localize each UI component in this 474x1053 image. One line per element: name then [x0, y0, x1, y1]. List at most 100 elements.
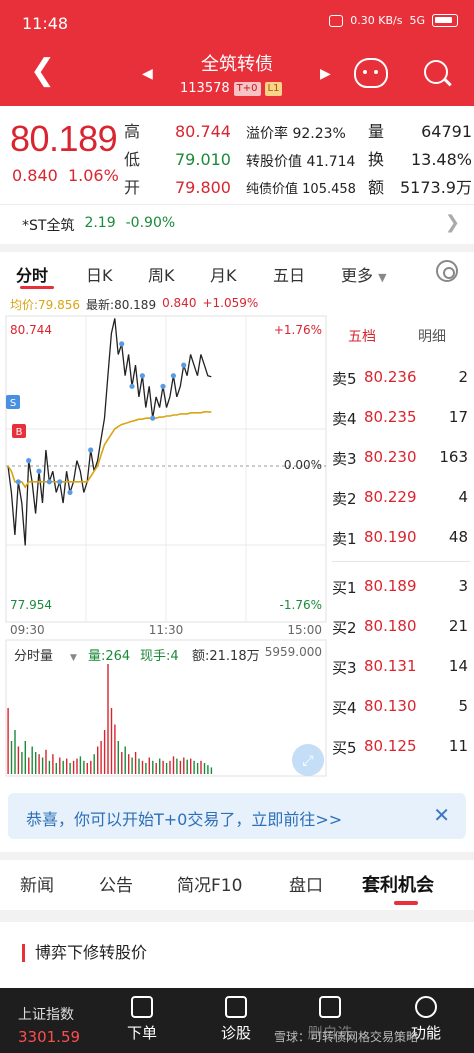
buy-level-row[interactable]: 买1 80.189 3 [332, 577, 470, 599]
volume-bar [45, 749, 47, 774]
x-label-close: 15:00 [287, 623, 322, 637]
tab-monthly[interactable]: 月K [210, 262, 237, 286]
chevron-right-icon[interactable]: ❯ [445, 212, 460, 233]
divider [0, 204, 474, 205]
volume-bar [131, 757, 133, 774]
volume-bar [193, 760, 195, 774]
order-button[interactable]: 下单 [112, 996, 172, 1043]
volume-bar [169, 760, 171, 774]
pct-mid-label: 0.00% [284, 458, 322, 472]
tab-news[interactable]: 新闻 [20, 871, 54, 896]
volume-bar [110, 708, 113, 774]
volume-bar [186, 759, 188, 774]
trade-dot [139, 373, 145, 379]
volume-bar [134, 752, 137, 774]
volume-bar [172, 756, 175, 774]
volume-bar [83, 760, 85, 774]
sell-level-row[interactable]: 卖4 80.235 17 [332, 408, 470, 430]
volume-bar [190, 758, 192, 774]
battery-icon [432, 14, 458, 27]
change-value: 0.840 [12, 166, 58, 185]
tab-daily[interactable]: 日K [86, 262, 113, 286]
buy-level-row[interactable]: 买3 80.131 14 [332, 657, 470, 679]
latest-pct: +1.059% [202, 296, 259, 310]
close-icon[interactable]: ✕ [433, 803, 450, 827]
order-book-divider [332, 561, 470, 562]
bond-value: 105.458 [302, 182, 356, 197]
document-icon [131, 996, 153, 1018]
volume-label: 量 [368, 122, 385, 141]
sell-level-vol: 48 [448, 528, 468, 546]
status-icons: 0.30 KB/s 5G [329, 14, 458, 27]
volume-label: 分时量 [14, 649, 53, 664]
buy-marker[interactable]: B [12, 424, 26, 438]
high-label: 高 [124, 122, 141, 141]
tab-order-flow[interactable]: 盘口 [289, 871, 323, 896]
related-pct: -0.90% [125, 215, 176, 231]
tab-five-day[interactable]: 五日 [273, 262, 305, 286]
sell-level-label: 卖1 [332, 530, 357, 548]
sell-marker[interactable]: S [6, 395, 20, 409]
volume-bar [103, 730, 106, 774]
bond-code: 113578 [180, 81, 230, 96]
tab-profile[interactable]: 简况F10 [177, 871, 242, 896]
search-icon[interactable] [424, 60, 448, 84]
tab-five-levels[interactable]: 五档 [348, 326, 376, 346]
buy-level-price: 80.131 [364, 657, 417, 675]
watermark: 雪球：可转债网格交易策略 [274, 1030, 419, 1044]
buy-level-vol: 3 [458, 577, 468, 595]
sell-level-vol: 2 [458, 368, 468, 386]
sell-level-vol: 163 [439, 448, 468, 466]
low-label: 低 [124, 150, 141, 169]
volume-bar [35, 752, 37, 774]
buy-level-label: 买2 [332, 619, 357, 637]
buy-level-vol: 14 [448, 657, 468, 675]
hlo-labels: 高 低 开 [124, 118, 140, 202]
buy-level-row[interactable]: 买5 80.125 11 [332, 737, 470, 759]
intraday-chart[interactable]: 80.744 77.954 +1.76% 0.00% -1.76% 09:30 … [0, 312, 330, 782]
sell-level-row[interactable]: 卖1 80.190 48 [332, 528, 470, 550]
buy-level-price: 80.189 [364, 577, 417, 595]
conv-value: 41.714 [306, 154, 356, 170]
trade-dot [57, 479, 63, 485]
volume-bar [207, 765, 209, 774]
tab-intraday[interactable]: 分时 [16, 262, 48, 286]
diagnose-label: 诊股 [220, 1024, 251, 1042]
sell-level-row[interactable]: 卖5 80.236 2 [332, 368, 470, 390]
expand-chart-button[interactable]: ⤢ [292, 744, 324, 776]
sell-level-row[interactable]: 卖3 80.230 163 [332, 448, 470, 470]
divider [0, 244, 474, 252]
sell-level-row[interactable]: 卖2 80.229 4 [332, 488, 470, 510]
buy-level-label: 买1 [332, 579, 357, 597]
tab-more[interactable]: 更多 ▼ [341, 262, 387, 286]
related-stock-row[interactable]: *ST全筑 2.19 -0.90% [22, 215, 175, 235]
trade-dot [26, 458, 32, 464]
index-name[interactable]: 上证指数 [18, 1004, 74, 1024]
volume-bar [17, 746, 20, 774]
buy-level-row[interactable]: 买2 80.180 21 [332, 617, 470, 639]
volume-bar [196, 763, 199, 774]
open-value: 79.800 [175, 178, 231, 197]
gear-icon[interactable] [436, 260, 458, 282]
page-title: 全筑转债 [201, 54, 273, 75]
tab-announcements[interactable]: 公告 [99, 871, 133, 896]
trade-dot [46, 479, 52, 485]
caret-down-icon[interactable]: ▼ [70, 653, 77, 663]
last-price: 80.189 [10, 118, 118, 159]
diagnose-button[interactable]: 诊股 [206, 996, 266, 1043]
conv-value-label: 转股价值 [246, 154, 302, 170]
buy-level-row[interactable]: 买4 80.130 5 [332, 697, 470, 719]
mascot-icon[interactable] [354, 58, 388, 88]
buy-level-price: 80.125 [364, 737, 417, 755]
tab-detail[interactable]: 明细 [418, 326, 446, 346]
volume-bar [66, 758, 68, 774]
sell-level-vol: 4 [458, 488, 468, 506]
tab-weekly[interactable]: 周K [148, 262, 175, 286]
volume-bar [165, 763, 168, 774]
turnover-label: 换 [368, 150, 385, 169]
t0-banner[interactable]: 恭喜，你可以开始T+0交易了，立即前往>> ✕ [8, 793, 466, 839]
tab-arbitrage[interactable]: 套利机会 [362, 871, 434, 897]
buy-level-price: 80.130 [364, 697, 417, 715]
volume-bar [31, 746, 33, 774]
high-value: 80.744 [175, 122, 231, 141]
